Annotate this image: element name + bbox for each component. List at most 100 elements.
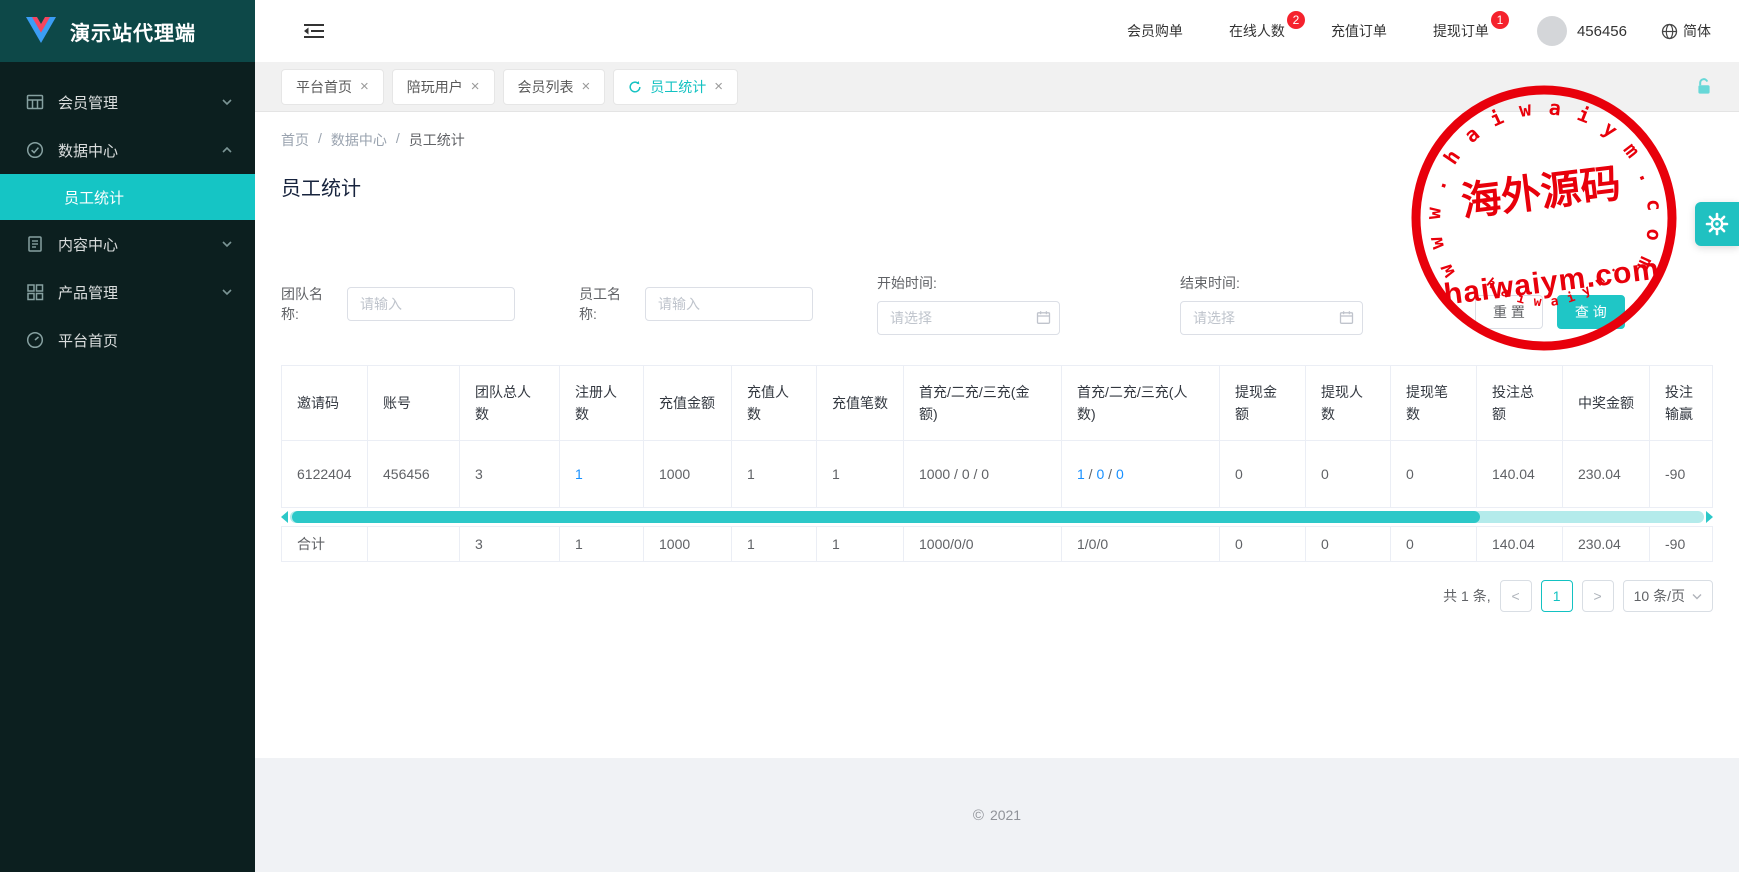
tab-platform-home[interactable]: 平台首页 ×	[281, 69, 384, 105]
lock-icon[interactable]	[1695, 77, 1713, 96]
settings-gear-button[interactable]	[1695, 202, 1739, 246]
copyright-year: 2021	[990, 807, 1021, 823]
summary-label: 合计	[282, 527, 368, 562]
team-name-label: 团队名称:	[281, 284, 333, 324]
tab-label: 陪玩用户	[407, 77, 463, 97]
col-recharge-times: 充值笔数	[817, 366, 904, 441]
topnav-label: 提现订单	[1433, 23, 1489, 39]
summary-win-amount: 230.04	[1563, 527, 1650, 562]
close-icon[interactable]: ×	[714, 78, 723, 95]
avatar[interactable]	[1537, 16, 1567, 46]
cell-withdraw-amount: 0	[1220, 441, 1306, 508]
end-time-input[interactable]	[1180, 301, 1363, 335]
username: 456456	[1577, 23, 1627, 40]
top-header: 会员购单 在线人数2 充值订单 提现订单1 456456 简体	[255, 0, 1739, 62]
col-fc-amount: 首充/二充/三充(金额)	[904, 366, 1062, 441]
summary-withdraw-amount: 0	[1220, 527, 1306, 562]
col-withdraw-amount: 提现金额	[1220, 366, 1306, 441]
tab-bar: 平台首页 × 陪玩用户 × 会员列表 × 员工统计 ×	[255, 62, 1739, 112]
sidebar-item-label: 数据中心	[58, 140, 221, 161]
cell-fc-amount: 1000 / 0 / 0	[904, 441, 1062, 508]
tab-label: 员工统计	[650, 77, 706, 97]
sidebar-item-content-center[interactable]: 内容中心	[0, 220, 255, 268]
topnav-withdraw-orders[interactable]: 提现订单1	[1433, 21, 1489, 41]
header-right: 会员购单 在线人数2 充值订单 提现订单1 456456 简体	[1081, 16, 1711, 46]
staff-name-label: 员工名称:	[579, 284, 631, 324]
horizontal-scrollbar	[281, 509, 1713, 525]
close-icon[interactable]: ×	[471, 78, 480, 95]
summary-fc-people: 1/0/0	[1062, 527, 1220, 562]
calendar-icon	[1036, 310, 1051, 325]
topnav-online-users[interactable]: 在线人数2	[1229, 21, 1285, 41]
summary-row: 合计 3 1 1000 1 1 1000/0/0 1/0/0 0 0 0	[282, 527, 1713, 562]
cell-win-amount: 230.04	[1563, 441, 1650, 508]
tab-label: 会员列表	[518, 77, 574, 97]
summary-recharge-times: 1	[817, 527, 904, 562]
end-time-group: 结束时间:	[1180, 273, 1363, 335]
cell-account: 456456	[368, 441, 460, 508]
summary-recharge-amount: 1000	[644, 527, 732, 562]
sidebar-item-label: 产品管理	[58, 282, 221, 303]
close-icon[interactable]: ×	[582, 78, 591, 95]
refresh-icon[interactable]	[628, 80, 642, 94]
sidebar-subitem-label: 员工统计	[64, 187, 124, 208]
fc-third-link[interactable]: 0	[1116, 466, 1124, 482]
cell-withdraw-times: 0	[1391, 441, 1477, 508]
scroll-left-arrow[interactable]	[281, 511, 288, 523]
sidebar-item-platform-home[interactable]: 平台首页	[0, 316, 255, 364]
search-button[interactable]: 查 询	[1557, 295, 1625, 329]
copyright-icon: ©	[973, 807, 984, 824]
sidebar-item-product-mgmt[interactable]: 产品管理	[0, 268, 255, 316]
withdraw-count-badge: 1	[1491, 11, 1509, 29]
sidebar-item-label: 会员管理	[58, 92, 221, 113]
close-icon[interactable]: ×	[360, 78, 369, 95]
scroll-right-arrow[interactable]	[1706, 511, 1713, 523]
globe-icon	[1661, 23, 1678, 40]
tab-companion-users[interactable]: 陪玩用户 ×	[392, 69, 495, 105]
page-title: 员工统计	[281, 172, 1713, 201]
sidebar-item-staff-stats[interactable]: 员工统计	[0, 174, 255, 220]
menu-fold-icon[interactable]	[303, 22, 325, 40]
sidebar-item-data-center[interactable]: 数据中心	[0, 126, 255, 174]
pagination: 共 1 条, < 1 > 10 条/页	[281, 580, 1713, 612]
start-time-label: 开始时间:	[877, 273, 1060, 293]
sidebar-item-member-mgmt[interactable]: 会员管理	[0, 78, 255, 126]
col-team-total: 团队总人数	[460, 366, 560, 441]
table-row: 6122404 456456 3 1 1000 1 1 1000 / 0 / 0…	[282, 441, 1713, 508]
tab-staff-stats[interactable]: 员工统计 ×	[613, 69, 738, 105]
cell-bet-result: -90	[1650, 441, 1713, 508]
page-size-select[interactable]: 10 条/页	[1623, 580, 1713, 612]
gear-icon	[1705, 212, 1729, 236]
summary-account	[368, 527, 460, 562]
breadcrumb-separator: /	[396, 130, 400, 150]
page-footer: © 2021	[255, 758, 1739, 872]
language-switch[interactable]: 简体	[1661, 21, 1711, 41]
reset-button[interactable]: 重 置	[1475, 295, 1543, 329]
scrollbar-track[interactable]	[290, 511, 1704, 523]
summary-recharge-users: 1	[732, 527, 817, 562]
tab-label: 平台首页	[296, 77, 352, 97]
start-time-input[interactable]	[877, 301, 1060, 335]
col-win-amount: 中奖金额	[1563, 366, 1650, 441]
team-name-input[interactable]	[347, 287, 515, 321]
topnav-member-orders[interactable]: 会员购单	[1127, 21, 1183, 41]
tab-member-list[interactable]: 会员列表 ×	[503, 69, 606, 105]
col-bet-result: 投注输赢	[1650, 366, 1713, 441]
prev-page-button[interactable]: <	[1500, 580, 1532, 612]
next-page-button[interactable]: >	[1582, 580, 1614, 612]
fc-first-link[interactable]: 1	[1077, 466, 1085, 482]
topnav-recharge-orders[interactable]: 充值订单	[1331, 21, 1387, 41]
check-circle-icon	[26, 141, 44, 159]
chevron-down-icon	[221, 286, 233, 298]
current-page-button[interactable]: 1	[1541, 580, 1573, 612]
col-recharge-users: 充值人数	[732, 366, 817, 441]
cell-invite-code: 6122404	[282, 441, 368, 508]
logo-icon	[26, 17, 56, 45]
staff-name-input[interactable]	[645, 287, 813, 321]
breadcrumb-home[interactable]: 首页	[281, 130, 309, 150]
staff-stats-table: 邀请码 账号 团队总人数 注册人数 充值金额 充值人数 充值笔数 首充/二充/三…	[281, 365, 1713, 562]
scrollbar-thumb[interactable]	[292, 511, 1480, 523]
register-count-link[interactable]: 1	[575, 466, 583, 482]
document-icon	[26, 235, 44, 253]
breadcrumb-data-center[interactable]: 数据中心	[331, 130, 387, 150]
